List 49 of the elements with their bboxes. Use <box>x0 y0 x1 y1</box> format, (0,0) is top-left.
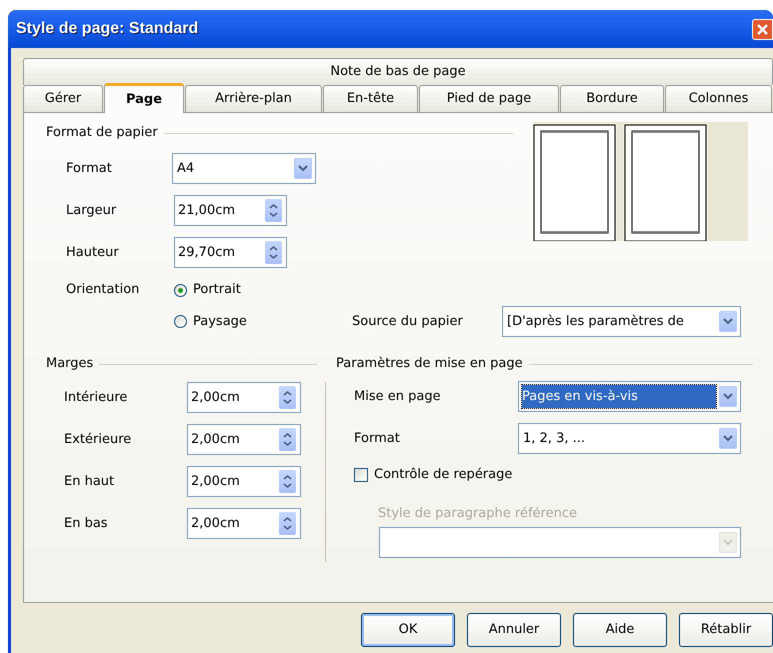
field-label: En bas <box>64 514 109 533</box>
tab[interactable]: Gérer <box>23 85 103 112</box>
spin-arrows-icon[interactable] <box>279 470 296 493</box>
field-label: Largeur <box>66 202 118 220</box>
radio-option[interactable]: Portrait <box>174 280 352 300</box>
window-title: Style de page: Standard <box>16 19 198 39</box>
spin-arrows-icon[interactable] <box>265 241 282 264</box>
checkbox-option[interactable]: Contrôle de repérage <box>354 466 512 484</box>
dropdown[interactable]: 1, 2, 3, ... <box>518 423 741 454</box>
field-label: Format <box>66 160 113 178</box>
tab[interactable]: Page <box>104 83 184 113</box>
dialog-button[interactable]: OK <box>361 613 455 647</box>
field-label: Style de paragraphe référence <box>378 505 577 522</box>
group-title: Format de papier <box>46 124 158 142</box>
dialog-button[interactable]: Aide <box>573 613 667 647</box>
field-label: Source du papier <box>352 312 464 331</box>
field-label: En haut <box>64 472 116 491</box>
spin-arrows-icon[interactable] <box>279 428 296 451</box>
close-button[interactable] <box>752 18 773 40</box>
tab[interactable]: Pied de page <box>419 85 559 112</box>
spin-arrows-icon[interactable] <box>279 512 296 535</box>
spin-field[interactable]: 2,00cm <box>187 466 301 497</box>
close-icon <box>756 22 769 36</box>
group-title: Paramètres de mise en page <box>336 355 523 374</box>
field-label: Orientation <box>66 281 140 300</box>
dropdown[interactable]: A4 <box>172 153 316 184</box>
spin-field[interactable]: 21,00cm <box>174 195 287 226</box>
group-title: Marges <box>46 355 94 374</box>
dropdown[interactable]: [D'après les paramètres de <box>502 306 741 337</box>
spin-field[interactable]: 2,00cm <box>187 508 301 539</box>
dropdown[interactable]: Pages en vis-à-vis <box>518 381 741 412</box>
spin-field[interactable]: 2,00cm <box>187 424 301 455</box>
spin-arrows-icon[interactable] <box>279 386 296 409</box>
radio-option[interactable]: Paysage <box>174 312 352 332</box>
dialog-button[interactable]: Annuler <box>467 613 561 647</box>
tab[interactable]: Arrière-plan <box>185 85 322 112</box>
field-label: Extérieure <box>64 430 132 449</box>
tab[interactable]: Bordure <box>560 85 664 112</box>
spin-arrows-icon[interactable] <box>265 199 282 222</box>
field-label: Hauteur <box>66 244 120 262</box>
field-label: Mise en page <box>354 388 442 406</box>
spin-field[interactable]: 29,70cm <box>174 237 287 268</box>
dialog-button[interactable]: Rétablir <box>679 613 773 647</box>
spin-field[interactable]: 2,00cm <box>187 382 301 413</box>
tab[interactable]: Note de bas de page <box>23 58 773 85</box>
field-label: Intérieure <box>64 388 128 407</box>
tab[interactable]: Colonnes <box>665 85 772 112</box>
tab[interactable]: En-tête <box>323 85 418 112</box>
field-label: Format <box>354 430 401 448</box>
